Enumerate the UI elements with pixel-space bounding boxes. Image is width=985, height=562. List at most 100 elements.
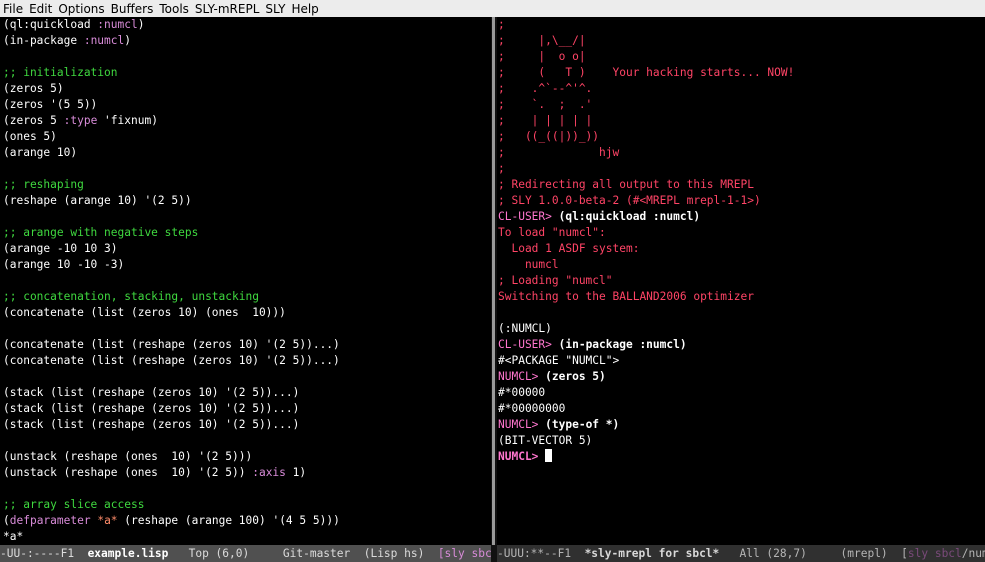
code-token: ; | | | | | (498, 114, 593, 127)
code-token: ; ((_((|))_)) (498, 130, 600, 143)
source-line (0, 209, 491, 225)
code-token: ; (498, 162, 505, 175)
source-line: ;; initialization (0, 65, 491, 81)
code-token: ; .^`--^'^. (498, 82, 593, 95)
code-token: (arange 10) (3, 146, 78, 159)
code-token: (unstack (reshape (ones 10) '(2 5)) (3, 466, 253, 479)
code-token: :numcl (83, 34, 125, 47)
source-line: (zeros '(5 5)) (0, 97, 491, 113)
code-token: (zeros 5) (3, 82, 64, 95)
repl-line: CL-USER> (in-package :numcl) (497, 337, 985, 353)
repl-line: Switching to the BALLAND2006 optimizer (497, 289, 985, 305)
menu-sly[interactable]: SLY (262, 0, 288, 17)
repl-line: (:NUMCL) (497, 321, 985, 337)
code-token: (type-of *) (545, 418, 620, 431)
code-token: (in-package (3, 34, 84, 47)
source-line: (unstack (reshape (ones 10) '(2 5))) (0, 449, 491, 465)
vertical-scroll-bar[interactable] (492, 17, 495, 545)
repl-line: #*00000000 (497, 401, 985, 417)
source-line (0, 369, 491, 385)
code-token: ; SLY 1.0.0-beta-2 (#<MREPL mrepl-1-1>) (498, 194, 761, 207)
code-token: (arange 10 -10 -3) (3, 258, 125, 271)
menu-sly-mrepl[interactable]: SLY-mREPL (192, 0, 262, 17)
menu-buffers[interactable]: Buffers (108, 0, 157, 17)
source-line (0, 481, 491, 497)
mode-line-segment: example.lisp (87, 547, 169, 560)
code-token: ; | o o| (498, 50, 586, 63)
repl-line: ; | | | | | (497, 113, 985, 129)
source-line: (ones 5) (0, 129, 491, 145)
code-token: defparameter (9, 514, 91, 527)
code-token: ; |,\__/| (498, 34, 586, 47)
source-line: (concatenate (list (zeros 10) (ones 10))… (0, 305, 491, 321)
source-line: (arange -10 10 3) (0, 241, 491, 257)
code-token: (ql:quickload :numcl) (558, 210, 701, 223)
source-line: ;; array slice access (0, 497, 491, 513)
code-token: (arange -10 10 3) (3, 242, 118, 255)
code-token: (stack (list (reshape (zeros 10) '(2 5))… (3, 402, 300, 415)
source-line: (arange 10 -10 -3) (0, 257, 491, 273)
repl-line: ; ( T ) Your hacking starts... NOW! (497, 65, 985, 81)
source-line: (in-package :numcl) (0, 33, 491, 49)
code-token: NUMCL> (498, 450, 546, 463)
code-token: ; hjw (498, 146, 620, 159)
mode-line-segment: -UU-:----F1 (0, 547, 88, 560)
repl-line: To load "numcl": (497, 225, 985, 241)
code-token: ) (124, 34, 131, 47)
repl-line: Load 1 ASDF system: (497, 241, 985, 257)
menu-tools[interactable]: Tools (156, 0, 192, 17)
repl-line: numcl (497, 257, 985, 273)
source-line (0, 321, 491, 337)
menu-help[interactable]: Help (288, 0, 321, 17)
code-token: (reshape (arange 100) '(4 5 5))) (117, 514, 340, 527)
source-line (0, 433, 491, 449)
code-token: (stack (list (reshape (zeros 10) '(2 5))… (3, 418, 300, 431)
code-token: (concatenate (list (reshape (zeros 10) '… (3, 338, 340, 351)
repl-line: #*00000 (497, 385, 985, 401)
sly-mrepl-buffer[interactable]: ; ; |,\__/| ; | o o| ; ( T ) Your hacking s… (497, 17, 985, 545)
mode-line-right: -UUU:**--F1 *sly-mrepl for sbcl* All (28… (497, 545, 985, 562)
repl-line: ; |,\__/| (497, 33, 985, 49)
lisp-source-editor[interactable]: (ql:quickload :numcl) (in-package :numcl)… (0, 17, 491, 545)
mode-line-segment: /numc (961, 547, 985, 560)
code-token: (zeros 5) (545, 370, 606, 383)
repl-line: #<PACKAGE "NUMCL"> (497, 353, 985, 369)
code-token: (zeros '(5 5)) (3, 98, 98, 111)
code-token: #*00000000 (498, 402, 566, 415)
code-token: ' (97, 114, 111, 127)
code-token: (concatenate (list (reshape (zeros 10) '… (3, 354, 340, 367)
menu-file[interactable]: File (0, 0, 26, 17)
repl-line: NUMCL> (zeros 5) (497, 369, 985, 385)
code-token: Switching to the BALLAND2006 optimizer (498, 290, 754, 303)
repl-line: ; (497, 161, 985, 177)
code-token: (in-package :numcl) (558, 338, 687, 351)
code-token: fixnum (110, 114, 152, 127)
code-token: (zeros 5 (3, 114, 64, 127)
mode-line-segment: [sly sbcl (437, 547, 491, 560)
source-line: (zeros 5 :type 'fixnum) (0, 113, 491, 129)
source-line: (concatenate (list (reshape (zeros 10) '… (0, 337, 491, 353)
code-token: (ql:quickload (3, 18, 98, 31)
code-token: (concatenate (list (zeros 10) (ones 10))… (3, 306, 286, 319)
code-token: :numcl (97, 18, 138, 31)
code-token: (reshape (arange 10) '(2 5)) (3, 194, 192, 207)
mode-line-segment: sly sbcl (907, 547, 962, 560)
text-cursor (545, 449, 553, 462)
code-token: (:NUMCL) (498, 322, 552, 335)
repl-line: ; ((_((|))_)) (497, 129, 985, 145)
repl-line: (BIT-VECTOR 5) (497, 433, 985, 449)
repl-line: ; hjw (497, 145, 985, 161)
menu-options[interactable]: Options (55, 0, 107, 17)
code-token: ( (3, 514, 10, 527)
code-token: ; ( T ) Your hacking starts... NOW! (498, 66, 795, 79)
source-line: *a* (0, 529, 491, 545)
code-token: Load 1 ASDF system: (498, 242, 640, 255)
repl-line: ; Loading "numcl" (497, 273, 985, 289)
mode-line-left: -UU-:----F1 example.lisp Top (6,0) Git-m… (0, 545, 491, 562)
code-token: #<PACKAGE "NUMCL"> (498, 354, 620, 367)
code-token: CL-USER> (498, 338, 559, 351)
source-line: (stack (list (reshape (zeros 10) '(2 5))… (0, 401, 491, 417)
repl-line: ; (497, 17, 985, 33)
menu-edit[interactable]: Edit (26, 0, 55, 17)
code-token: #*00000 (498, 386, 546, 399)
